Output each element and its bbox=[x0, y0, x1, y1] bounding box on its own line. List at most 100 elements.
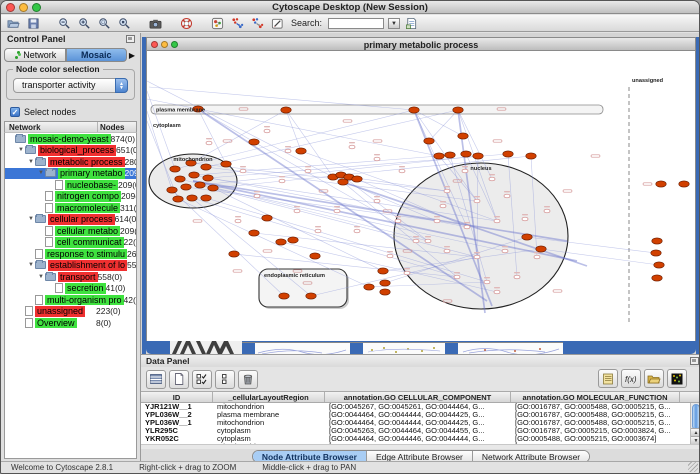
tab-edge-attribute-browser[interactable]: Edge Attribute Browser bbox=[367, 451, 473, 462]
node[interactable] bbox=[201, 195, 211, 201]
search-input[interactable] bbox=[328, 18, 384, 29]
node[interactable] bbox=[189, 172, 199, 178]
node-color-dropdown[interactable]: transporter activity ▲▼ bbox=[13, 78, 128, 93]
node[interactable] bbox=[378, 268, 388, 274]
tree-column-network[interactable]: Network bbox=[5, 122, 98, 132]
table-row[interactable]: YDR039C__1mitochondrion[GO:0044464, GO:0… bbox=[141, 443, 700, 444]
node[interactable] bbox=[167, 187, 177, 193]
node[interactable] bbox=[380, 289, 390, 295]
tree-row-metabolic-process[interactable]: ▼metabolic process280(0) bbox=[5, 156, 136, 168]
node[interactable] bbox=[434, 153, 444, 159]
small-node[interactable] bbox=[544, 209, 550, 213]
node[interactable] bbox=[208, 185, 218, 191]
node[interactable] bbox=[310, 253, 320, 259]
small-node[interactable] bbox=[502, 249, 508, 253]
dp-matrix-button[interactable] bbox=[667, 369, 687, 388]
small-node[interactable] bbox=[444, 249, 450, 253]
node[interactable] bbox=[203, 175, 213, 181]
small-node[interactable] bbox=[294, 209, 300, 213]
dp-minilist-button[interactable] bbox=[215, 370, 235, 389]
tree-row-secretion[interactable]: secretion41(0) bbox=[5, 283, 136, 295]
small-node[interactable] bbox=[285, 149, 291, 153]
dp-fx-button[interactable] bbox=[621, 369, 641, 388]
small-node[interactable] bbox=[305, 169, 311, 173]
node[interactable] bbox=[262, 215, 272, 221]
dp-notes-button[interactable] bbox=[598, 369, 618, 388]
frame-close-button[interactable] bbox=[151, 41, 158, 48]
small-node[interactable] bbox=[464, 225, 470, 229]
small-node[interactable] bbox=[254, 194, 260, 198]
node[interactable] bbox=[473, 153, 483, 159]
background-window-sliver[interactable] bbox=[170, 341, 242, 354]
small-node[interactable] bbox=[434, 219, 440, 223]
small-node[interactable] bbox=[354, 229, 360, 233]
tree-row-nitrogen-compo[interactable]: nitrogen compo209(0) bbox=[5, 191, 136, 203]
tree-row-transport[interactable]: ▼transport558(0) bbox=[5, 271, 136, 283]
tree-row-cellular-process[interactable]: ▼cellular process614(0) bbox=[5, 214, 136, 226]
node[interactable] bbox=[352, 176, 362, 182]
tree-row-primary-metabo[interactable]: ▼primary metabo209(... bbox=[5, 168, 136, 180]
small-node[interactable] bbox=[494, 219, 500, 223]
node[interactable] bbox=[201, 164, 211, 170]
node[interactable] bbox=[288, 237, 298, 243]
node[interactable] bbox=[281, 107, 291, 113]
node[interactable] bbox=[652, 238, 662, 244]
node[interactable] bbox=[229, 251, 239, 257]
scroll-down-button[interactable]: ▼ bbox=[691, 436, 700, 444]
small-node[interactable] bbox=[315, 229, 321, 233]
annotation-button[interactable] bbox=[269, 16, 286, 31]
node[interactable] bbox=[276, 239, 286, 245]
small-node[interactable] bbox=[484, 280, 490, 284]
node[interactable] bbox=[296, 148, 306, 154]
node[interactable] bbox=[424, 138, 434, 144]
small-node[interactable] bbox=[374, 199, 380, 203]
node[interactable] bbox=[526, 153, 536, 159]
node[interactable] bbox=[461, 151, 471, 157]
float-panel-icon[interactable] bbox=[126, 35, 135, 43]
table-row[interactable]: YJR121W__1mitochondrion[GO:0045267, GO:0… bbox=[141, 403, 700, 411]
node[interactable] bbox=[306, 293, 316, 299]
small-node[interactable] bbox=[334, 209, 340, 213]
small-node[interactable] bbox=[240, 169, 246, 173]
node[interactable] bbox=[654, 262, 664, 268]
node[interactable] bbox=[249, 139, 259, 145]
node[interactable] bbox=[536, 246, 546, 252]
tree-expander-icon[interactable]: ▼ bbox=[37, 170, 45, 176]
small-node[interactable] bbox=[440, 204, 446, 208]
dp-checklist-button[interactable] bbox=[192, 370, 212, 389]
tree-row-biological-process[interactable]: ▼biological_process651(0) bbox=[5, 145, 136, 157]
node[interactable] bbox=[170, 166, 180, 172]
small-node[interactable] bbox=[279, 179, 285, 183]
small-node[interactable] bbox=[474, 199, 480, 203]
small-node[interactable] bbox=[399, 169, 405, 173]
network-canvas[interactable]: plasma membranecytoplasmmitochondrionnuc… bbox=[146, 51, 696, 341]
node[interactable] bbox=[364, 284, 374, 290]
tab-overflow-arrow[interactable]: ▶ bbox=[127, 51, 137, 60]
column-header-1[interactable]: _cellularLayoutRegion bbox=[213, 392, 325, 402]
background-window-sliver[interactable] bbox=[242, 342, 350, 354]
small-node[interactable] bbox=[387, 254, 393, 258]
small-node[interactable] bbox=[514, 275, 520, 279]
tree-expander-icon[interactable]: ▼ bbox=[27, 262, 35, 268]
dp-table-button[interactable] bbox=[146, 370, 166, 389]
tree-expander-icon[interactable]: ▼ bbox=[17, 147, 25, 153]
tree-row-unassigned[interactable]: unassigned223(0) bbox=[5, 306, 136, 318]
small-node[interactable] bbox=[462, 169, 468, 173]
tree-row-overview[interactable]: Overview8(0) bbox=[5, 317, 136, 329]
node[interactable] bbox=[380, 280, 390, 286]
small-node[interactable] bbox=[413, 239, 419, 243]
small-node[interactable] bbox=[534, 255, 540, 259]
scroll-up-button[interactable]: ▲ bbox=[691, 428, 700, 436]
tree-row-mosaic-demo-yeast[interactable]: mosaic-demo-yeast874(0) bbox=[5, 133, 136, 145]
tab-network[interactable]: Network bbox=[4, 48, 66, 62]
small-node[interactable] bbox=[454, 275, 460, 279]
help-button[interactable] bbox=[178, 16, 195, 31]
zoom-selected-button[interactable] bbox=[96, 16, 113, 31]
small-node[interactable] bbox=[206, 141, 212, 145]
table-scrollbar[interactable]: ▲ ▼ bbox=[690, 403, 700, 444]
small-node[interactable] bbox=[474, 255, 480, 259]
vizmapper-button[interactable] bbox=[209, 16, 226, 31]
select-nodes-checkbox[interactable]: ✓ bbox=[10, 107, 20, 117]
node[interactable] bbox=[652, 275, 662, 281]
zoom-out-button[interactable] bbox=[56, 16, 73, 31]
